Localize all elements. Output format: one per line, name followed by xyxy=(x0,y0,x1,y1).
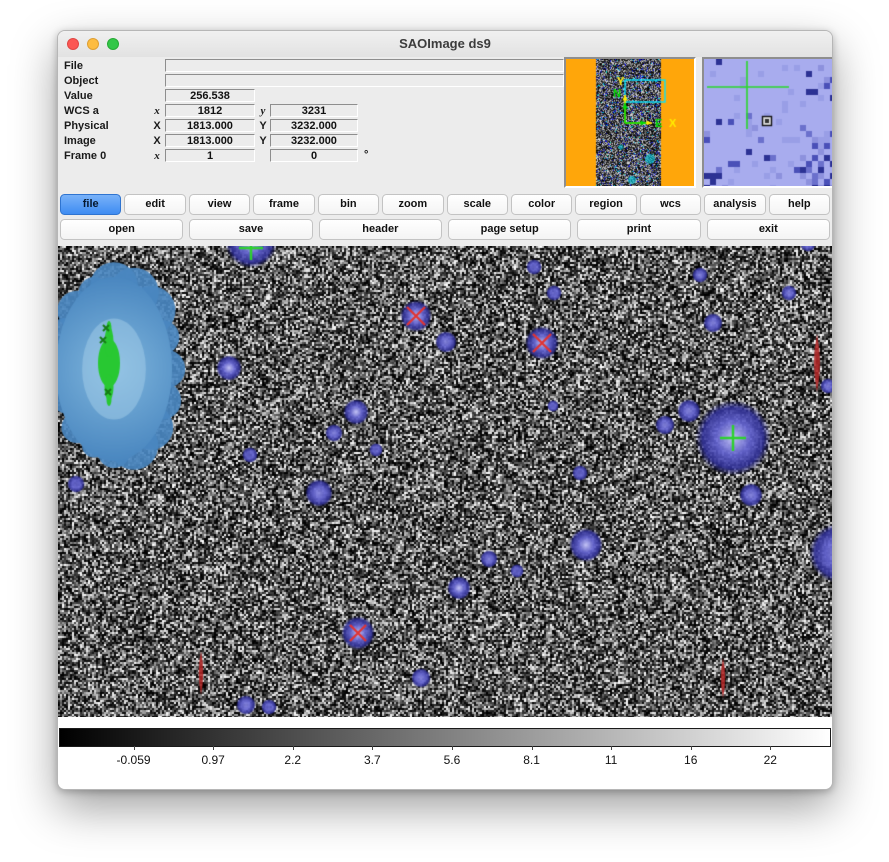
physical-x-key: X xyxy=(152,120,162,132)
app-window: SAOImage ds9 File Object Value 256.538 W… xyxy=(57,30,833,790)
menu-scale[interactable]: scale xyxy=(447,194,508,215)
file-label: File xyxy=(64,60,83,72)
wcs-label: WCS a xyxy=(64,105,99,117)
exit-button[interactable]: exit xyxy=(707,219,830,240)
header-button[interactable]: header xyxy=(319,219,442,240)
window-title: SAOImage ds9 xyxy=(58,31,832,57)
open-button[interactable]: open xyxy=(60,219,183,240)
wcs-x-key: x xyxy=(152,105,162,117)
info-panel: File Object Value 256.538 WCS a x 1812 y… xyxy=(58,57,832,191)
file-actions-bar: open save header page setup print exit xyxy=(60,219,830,240)
menu-wcs[interactable]: wcs xyxy=(640,194,701,215)
panner-panel[interactable] xyxy=(564,57,696,188)
menu-color[interactable]: color xyxy=(511,194,572,215)
image-display-area xyxy=(58,246,833,717)
colorbar-tick-label: 0.97 xyxy=(201,753,224,767)
frame-x-key: x xyxy=(152,150,162,162)
colorbar-tick-label: 3.7 xyxy=(364,753,381,767)
value-label: Value xyxy=(64,90,93,102)
image-label: Image xyxy=(64,135,96,147)
print-button[interactable]: print xyxy=(577,219,700,240)
panner-canvas[interactable] xyxy=(566,59,694,186)
image-x-key: X xyxy=(152,135,162,147)
menu-bar: file edit view frame bin zoom scale colo… xyxy=(60,194,830,215)
degree-symbol: ° xyxy=(364,149,368,161)
physical-x-field[interactable]: 1813.000 xyxy=(165,119,255,132)
value-field[interactable]: 256.538 xyxy=(165,89,255,102)
image-y-field[interactable]: 3232.000 xyxy=(270,134,358,147)
physical-y-key: Y xyxy=(258,120,268,132)
menu-file[interactable]: file xyxy=(60,194,121,215)
main-image-canvas[interactable] xyxy=(58,246,833,717)
menu-frame[interactable]: frame xyxy=(253,194,314,215)
magnifier-panel[interactable] xyxy=(702,57,833,188)
menu-view[interactable]: view xyxy=(189,194,250,215)
wcs-x-field[interactable]: 1812 xyxy=(165,104,255,117)
image-x-field[interactable]: 1813.000 xyxy=(165,134,255,147)
colorbar-gradient[interactable] xyxy=(59,728,831,747)
menu-analysis[interactable]: analysis xyxy=(704,194,765,215)
file-field[interactable] xyxy=(165,59,564,72)
frame-rotation-field[interactable]: 0 xyxy=(270,149,358,162)
colorbar-area: -0.059 0.97 2.2 3.7 5.6 8.1 11 16 22 xyxy=(58,717,832,789)
physical-y-field[interactable]: 3232.000 xyxy=(270,119,358,132)
title-bar[interactable]: SAOImage ds9 xyxy=(58,31,832,58)
colorbar-tick-label: 2.2 xyxy=(284,753,301,767)
physical-label: Physical xyxy=(64,120,109,132)
wcs-y-key: y xyxy=(258,105,268,117)
object-label: Object xyxy=(64,75,98,87)
wcs-y-field[interactable]: 3231 xyxy=(270,104,358,117)
magnifier-canvas[interactable] xyxy=(704,59,832,186)
page-setup-button[interactable]: page setup xyxy=(448,219,571,240)
menu-edit[interactable]: edit xyxy=(124,194,185,215)
menu-region[interactable]: region xyxy=(575,194,636,215)
save-button[interactable]: save xyxy=(189,219,312,240)
menu-zoom[interactable]: zoom xyxy=(382,194,443,215)
frame-label: Frame 0 xyxy=(64,150,106,162)
colorbar-tick-label: 8.1 xyxy=(523,753,540,767)
frame-zoom-field[interactable]: 1 xyxy=(165,149,255,162)
image-y-key: Y xyxy=(258,135,268,147)
menu-help[interactable]: help xyxy=(769,194,830,215)
colorbar-tick-label: -0.059 xyxy=(117,753,151,767)
colorbar-labels: -0.059 0.97 2.2 3.7 5.6 8.1 11 16 22 xyxy=(59,753,831,769)
colorbar-tickmarks xyxy=(59,746,831,751)
colorbar-tick-label: 22 xyxy=(764,753,777,767)
colorbar-tick-label: 5.6 xyxy=(444,753,461,767)
object-field[interactable] xyxy=(165,74,564,87)
menu-bin[interactable]: bin xyxy=(318,194,379,215)
colorbar-tick-label: 16 xyxy=(684,753,697,767)
colorbar-tick-label: 11 xyxy=(605,753,617,767)
